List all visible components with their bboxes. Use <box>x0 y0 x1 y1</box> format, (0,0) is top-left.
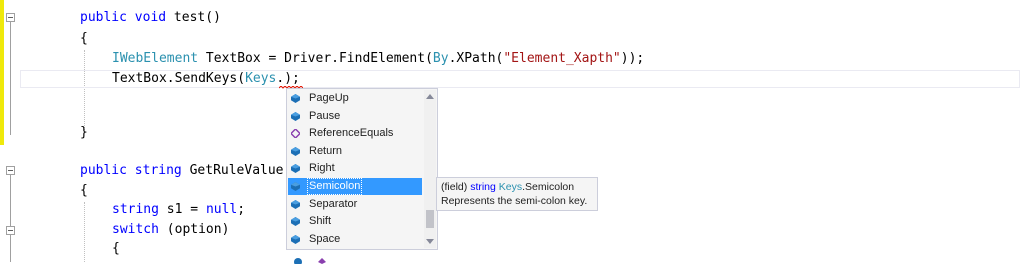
tooltip-prefix: (field) <box>441 181 471 193</box>
completion-item-label: Semicolon <box>307 178 363 195</box>
completion-item-label: Separator <box>309 197 358 210</box>
filter-method-icon <box>318 258 326 264</box>
completion-item[interactable]: Right <box>288 160 422 177</box>
fold-line <box>10 175 11 262</box>
code-line[interactable]: { <box>80 182 88 200</box>
completion-item-label: Right <box>309 162 335 175</box>
field-icon <box>291 94 300 103</box>
field-icon <box>291 164 300 174</box>
scroll-down-icon[interactable] <box>426 239 434 244</box>
completion-item[interactable]: Separator <box>288 196 422 213</box>
code-editor[interactable]: public void test() { IWebElement TextBox… <box>0 0 1024 262</box>
collapse-toggle[interactable] <box>6 13 15 22</box>
field-icon <box>291 182 300 191</box>
code-line[interactable]: IWebElement TextBox = Driver.FindElement… <box>112 50 644 68</box>
keyword: null <box>205 202 238 217</box>
indent-guide <box>84 50 85 130</box>
code-text: GetRuleValue <box>181 163 284 178</box>
completion-item-label: Space <box>309 232 341 245</box>
code-text: )); <box>620 51 645 66</box>
tooltip-class: Keys <box>498 181 523 193</box>
completion-item[interactable]: Semicolon <box>288 178 422 195</box>
code-text: { <box>112 241 120 256</box>
scroll-thumb[interactable] <box>426 210 434 228</box>
type-name: IWebElement <box>112 51 199 66</box>
code-text: test() <box>166 10 221 25</box>
code-text: } <box>80 125 88 140</box>
keyword: switch <box>112 222 159 237</box>
code-text: (option) <box>158 222 230 237</box>
indent-guide <box>84 202 85 262</box>
fold-line <box>10 22 11 135</box>
keyword: string <box>112 202 159 217</box>
type-name: Keys <box>245 71 277 86</box>
keyword: string <box>134 163 182 178</box>
code-text: { <box>80 31 88 46</box>
method-icon <box>291 129 300 139</box>
completion-item[interactable]: Pause <box>288 108 422 125</box>
filter-field-icon <box>294 258 302 264</box>
code-line[interactable]: public void test() <box>80 9 221 27</box>
string-literal: "Element_Xapth" <box>503 51 621 66</box>
keyword: public <box>80 163 127 178</box>
completion-filter-icons[interactable] <box>292 256 352 264</box>
completion-item-label: PageUp <box>309 92 349 104</box>
completion-item[interactable]: PageUp <box>288 90 422 107</box>
field-icon <box>291 199 300 209</box>
completion-item[interactable]: ReferenceEquals <box>288 125 422 142</box>
tooltip-signature: (field) string Keys.Semicolon <box>441 180 593 194</box>
tooltip-description: Represents the semi-colon key. <box>441 195 588 207</box>
quick-info-tooltip: (field) string Keys.Semicolon Represents… <box>436 177 598 211</box>
code-line[interactable]: { <box>112 240 120 258</box>
collapse-toggle[interactable] <box>6 226 15 235</box>
code-text: .XPath( <box>448 51 504 66</box>
completion-list[interactable]: PageUp Pause ReferenceEquals Return Right Sem… <box>286 88 438 250</box>
collapse-toggle[interactable] <box>6 166 15 175</box>
code-text: ; <box>237 202 246 217</box>
code-line[interactable]: public string GetRuleValue <box>80 162 284 180</box>
code-text: s1 = <box>158 202 206 217</box>
completion-item[interactable]: Space <box>288 231 422 248</box>
completion-item[interactable]: Return <box>288 143 422 160</box>
field-icon <box>291 146 300 156</box>
tooltip-type: string <box>470 181 496 193</box>
keyword: public <box>80 10 127 25</box>
tooltip-member: .Semicolon <box>522 181 575 193</box>
code-line[interactable]: } <box>80 124 88 142</box>
field-icon <box>291 234 300 244</box>
code-text: .); <box>276 71 300 86</box>
keyword: void <box>134 10 167 25</box>
field-icon <box>291 217 300 227</box>
completion-item[interactable]: Shift <box>288 213 422 230</box>
change-margin <box>0 0 4 145</box>
code-text: TextBox.SendKeys( <box>112 71 246 86</box>
code-line[interactable]: { <box>80 30 88 48</box>
field-icon <box>291 111 300 121</box>
code-line[interactable]: switch (option) <box>112 221 229 239</box>
code-line[interactable]: TextBox.SendKeys(Keys.); <box>112 70 300 88</box>
completion-item-label: Return <box>309 144 343 157</box>
code-text: { <box>80 183 88 198</box>
code-text: TextBox = Driver.FindElement( <box>198 51 433 66</box>
type-name: By <box>432 51 449 66</box>
completion-item-label: Shift <box>309 215 332 228</box>
completion-scrollbar[interactable] <box>424 90 436 248</box>
scroll-up-icon[interactable] <box>426 94 434 99</box>
completion-item-label: ReferenceEquals <box>309 127 394 140</box>
completion-item-label: Pause <box>309 109 341 122</box>
code-line[interactable]: string s1 = null; <box>112 201 245 219</box>
